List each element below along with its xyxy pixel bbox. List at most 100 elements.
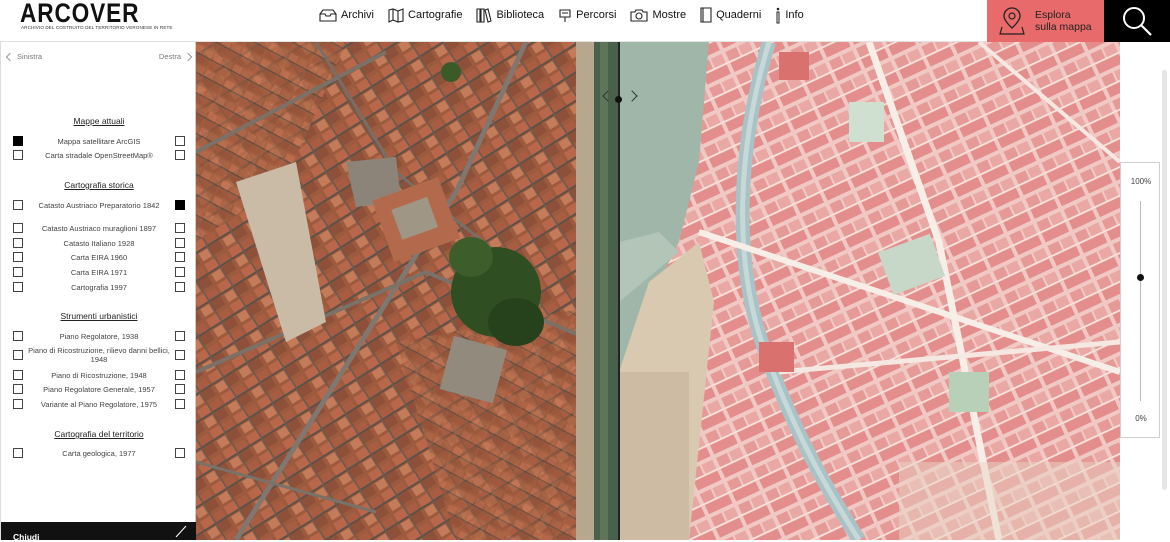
- opacity-slider-panel: 100% 0%: [1120, 162, 1160, 438]
- logo-text: ARCOVER: [20, 0, 140, 28]
- right-checkbox[interactable]: [175, 399, 185, 409]
- nav-label: Archivi: [341, 9, 375, 21]
- layer-label: Mappa satellitare ArcGIS: [57, 136, 141, 146]
- layer-row: Cartografia 1997: [13, 282, 185, 292]
- right-checkbox[interactable]: [175, 267, 185, 277]
- left-checkbox[interactable]: [13, 399, 23, 409]
- layer-label: Carta EIRA 1960: [70, 252, 128, 262]
- satellite-map-pane[interactable]: [196, 42, 619, 540]
- left-checkbox[interactable]: [13, 136, 23, 146]
- books-icon: [476, 7, 493, 23]
- layer-label: Piano di Ricostruzione, rilievo danni be…: [28, 346, 170, 364]
- layer-row: Catasto Austriaco muraglioni 1897: [13, 223, 185, 233]
- left-checkbox[interactable]: [13, 448, 23, 458]
- explore-label: Esplora sulla mappa: [1035, 9, 1092, 33]
- layer-label: Cartografia 1997: [71, 282, 127, 292]
- map-viewport[interactable]: [196, 42, 1120, 540]
- layer-label: Piano di Ricostruzione, 1948: [51, 370, 147, 380]
- layer-label: Carta stradale OpenStreetMap®: [45, 150, 153, 160]
- left-checkbox[interactable]: [13, 331, 23, 341]
- layer-row: Piano Regolatore, 1938: [13, 331, 185, 341]
- left-checkbox[interactable]: [13, 267, 23, 277]
- arcover-logo[interactable]: ARCOVER ARCHIVIO DEL COSTRUITO DEL TERRI…: [20, 0, 172, 42]
- layer-label: Carta geologica, 1977: [62, 448, 136, 458]
- section-title-cartografia-territorio: Cartografia del territorio: [54, 429, 144, 439]
- notebook-icon: [700, 7, 712, 23]
- swipe-handle[interactable]: [615, 96, 622, 103]
- left-checkbox[interactable]: [13, 252, 23, 262]
- right-checkbox[interactable]: [175, 282, 185, 292]
- layer-label: Catasto Austriaco Preparatorio 1842: [38, 200, 160, 210]
- chevron-left-icon: [5, 52, 15, 61]
- left-checkbox[interactable]: [13, 223, 23, 233]
- left-checkbox[interactable]: [13, 238, 23, 248]
- opacity-min-label: 0%: [1135, 414, 1147, 423]
- right-checkbox[interactable]: [175, 136, 185, 146]
- right-checkbox[interactable]: [175, 350, 185, 360]
- left-checkbox[interactable]: [13, 384, 23, 394]
- search-icon: [1123, 7, 1152, 36]
- left-checkbox[interactable]: [13, 150, 23, 160]
- historical-cadastre-map: [619, 42, 1120, 540]
- close-sidebar-button[interactable]: Chiudi: [1, 522, 196, 542]
- nav-label: Percorsi: [576, 9, 617, 21]
- left-checkbox[interactable]: [13, 350, 23, 360]
- left-checkbox[interactable]: [13, 282, 23, 292]
- folded-map-icon: [388, 7, 404, 23]
- right-checkbox[interactable]: [175, 252, 185, 262]
- nav-label: Info: [785, 9, 804, 21]
- right-side-button[interactable]: Destra: [159, 52, 193, 61]
- left-side-label: Sinistra: [17, 52, 43, 61]
- layer-row: Variante al Piano Regolatore, 1975: [13, 399, 185, 409]
- layers-sidebar: Sinistra Destra Mappe attuali Mappa sate…: [0, 42, 197, 542]
- archive-box-icon: [319, 8, 337, 22]
- explore-map-button[interactable]: Esplora sulla mappa: [987, 0, 1104, 42]
- chevron-right-icon: [183, 52, 193, 61]
- nav-mostre[interactable]: Mostre: [630, 8, 686, 22]
- historical-map-pane[interactable]: [619, 42, 1120, 540]
- route-sign-icon: [559, 8, 571, 22]
- layer-row: Carta stradale OpenStreetMap®: [13, 150, 185, 160]
- right-checkbox[interactable]: [175, 448, 185, 458]
- layer-row: Mappa satellitare ArcGIS: [13, 136, 185, 146]
- layer-row: Catasto Italiano 1928: [13, 238, 185, 248]
- layer-label: Variante al Piano Regolatore, 1975: [40, 399, 158, 409]
- left-side-button[interactable]: Sinistra: [5, 52, 43, 61]
- right-checkbox[interactable]: [175, 223, 185, 233]
- diagonal-arrow-icon: [175, 525, 187, 538]
- search-button[interactable]: [1104, 0, 1170, 42]
- opacity-slider-track[interactable]: [1140, 201, 1141, 401]
- right-checkbox[interactable]: [175, 370, 185, 380]
- nav-label: Biblioteca: [496, 9, 545, 21]
- right-checkbox[interactable]: [175, 238, 185, 248]
- nav-cartografie[interactable]: Cartografie: [388, 7, 463, 23]
- explore-line2: sulla mappa: [1035, 21, 1092, 33]
- page-scrollbar[interactable]: [1162, 70, 1167, 490]
- nav-label: Cartografie: [408, 9, 463, 21]
- explore-line1: Esplora: [1035, 9, 1071, 21]
- layer-label: Catasto Austriaco muraglioni 1897: [41, 223, 157, 233]
- layer-label: Piano Regolatore Generale, 1957: [43, 384, 155, 394]
- right-checkbox[interactable]: [175, 200, 185, 210]
- left-checkbox[interactable]: [13, 200, 23, 210]
- camera-icon: [630, 9, 649, 22]
- nav-label: Mostre: [652, 9, 687, 21]
- layer-row: Piano Regolatore Generale, 1957: [13, 384, 185, 394]
- main-nav: Archivi Cartografie Biblioteca Percorsi …: [319, 0, 818, 30]
- nav-percorsi[interactable]: Percorsi: [558, 8, 616, 23]
- close-label: Chiudi: [13, 532, 40, 542]
- nav-info[interactable]: Info: [775, 7, 804, 24]
- left-checkbox[interactable]: [13, 370, 23, 380]
- opacity-max-label: 100%: [1130, 177, 1152, 186]
- swipe-divider[interactable]: [618, 42, 620, 540]
- sidebar-side-switch: Sinistra Destra: [1, 50, 197, 64]
- right-checkbox[interactable]: [175, 384, 185, 394]
- opacity-slider-thumb[interactable]: [1137, 274, 1144, 281]
- right-checkbox[interactable]: [175, 150, 185, 160]
- right-checkbox[interactable]: [175, 331, 185, 341]
- nav-biblioteca[interactable]: Biblioteca: [476, 7, 545, 23]
- layer-label: Carta EIRA 1971: [70, 267, 128, 277]
- nav-quaderni[interactable]: Quaderni: [700, 7, 761, 23]
- nav-archivi[interactable]: Archivi: [319, 8, 375, 22]
- layer-label: Catasto Italiano 1928: [63, 238, 135, 248]
